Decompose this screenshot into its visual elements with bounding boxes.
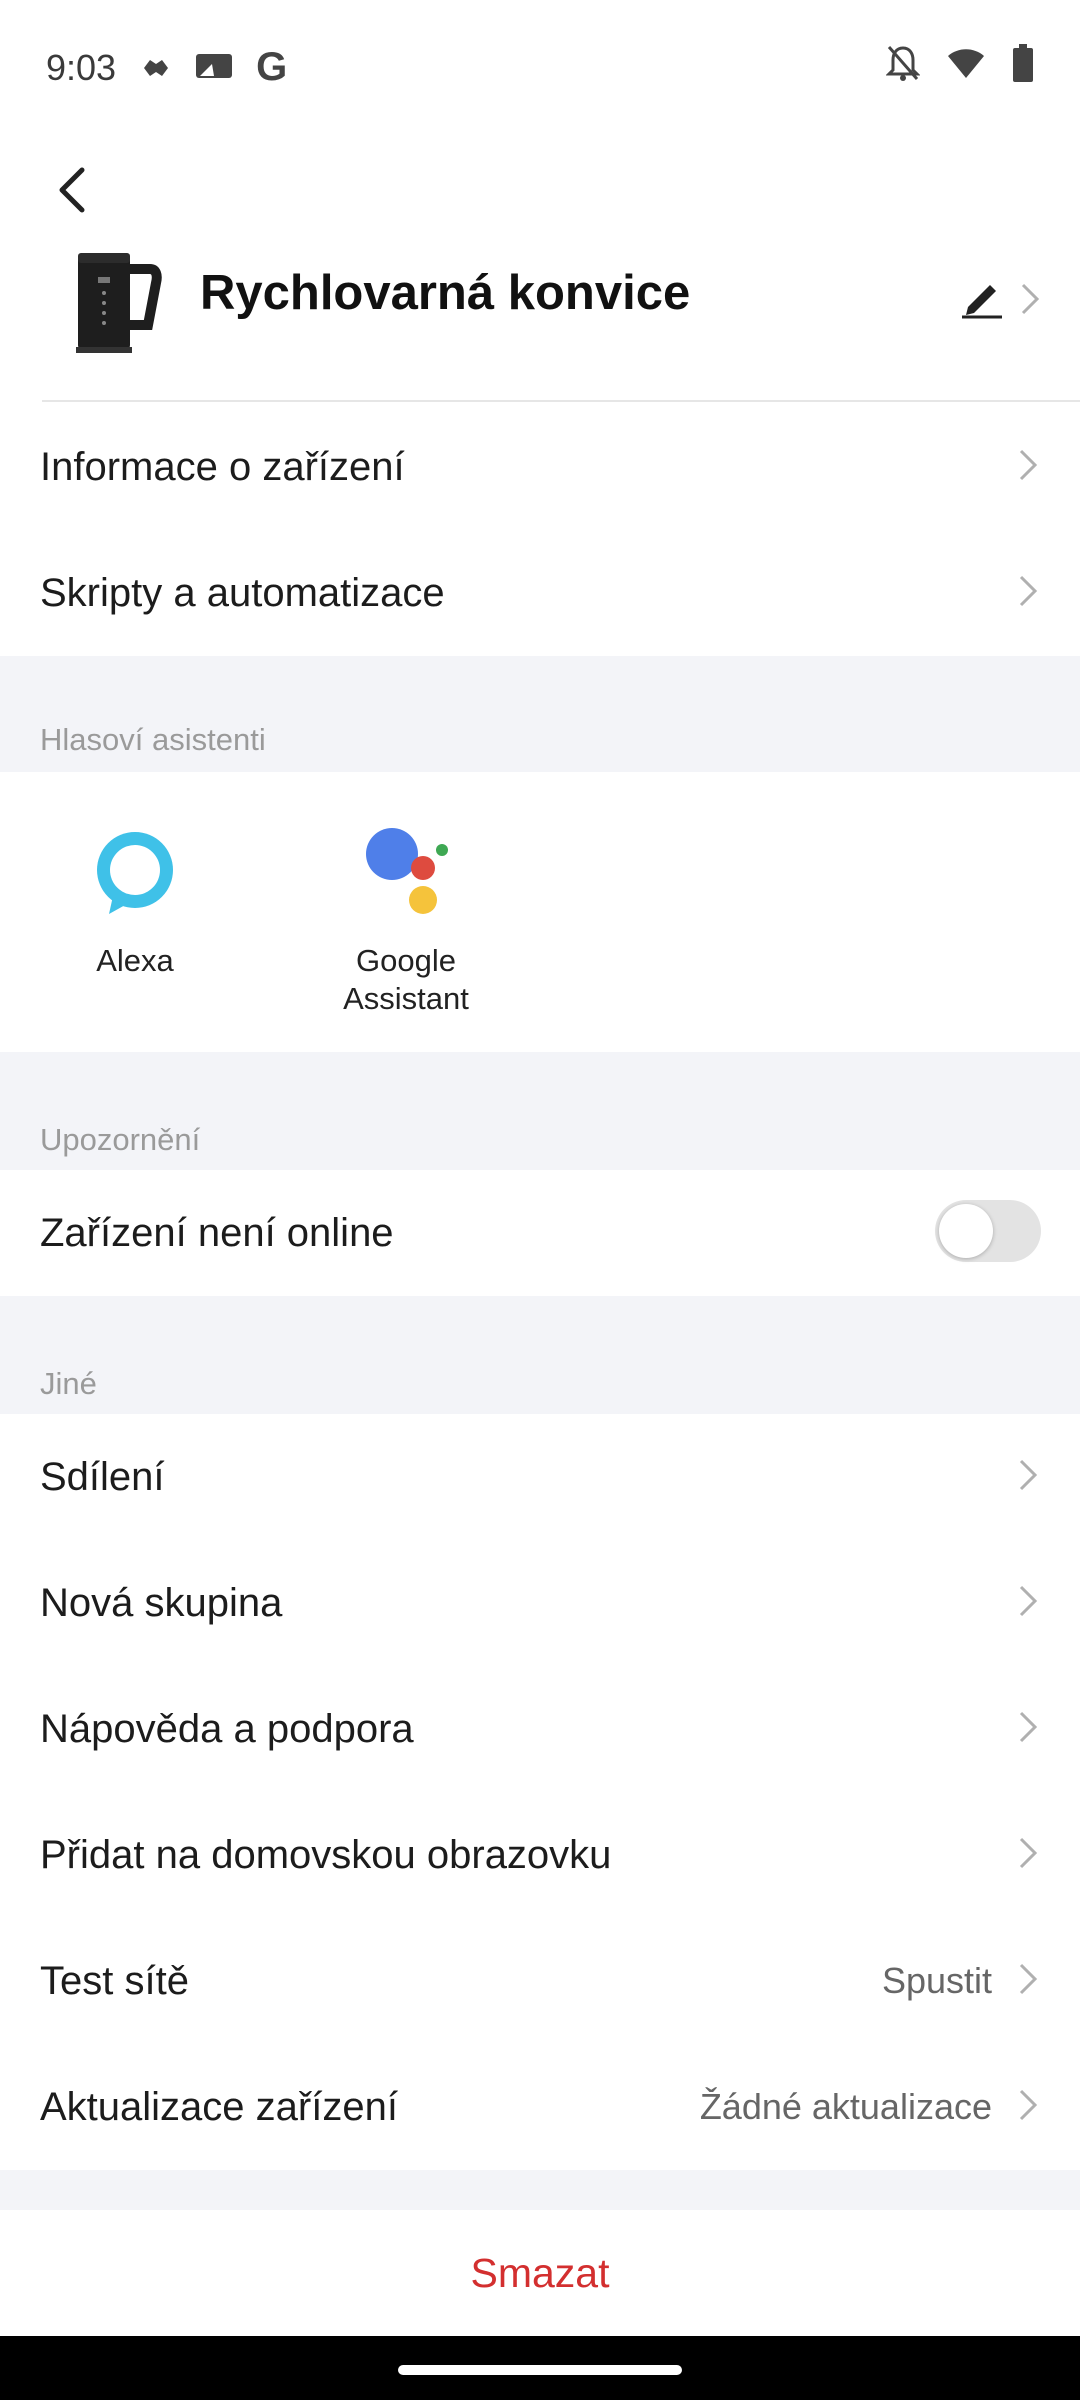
chevron-right-icon	[1016, 447, 1040, 488]
menu-network-test[interactable]: Test sítě Spustit	[0, 1918, 1080, 2044]
row-label: Sdílení	[40, 1454, 165, 1499]
status-bar: 9:03 G	[0, 0, 1080, 135]
chevron-right-icon	[1016, 1835, 1040, 1876]
chevron-right-icon	[1016, 1457, 1040, 1498]
row-label: Zařízení není online	[40, 1210, 394, 1255]
assistant-name-line1: Google	[356, 943, 456, 978]
menu-new-group[interactable]: Nová skupina	[0, 1540, 1080, 1666]
screencast-icon	[194, 47, 234, 89]
row-label: Test sítě	[40, 1958, 189, 2003]
menu-sharing[interactable]: Sdílení	[0, 1414, 1080, 1540]
row-value: Žádné aktualizace	[699, 2086, 992, 2127]
row-label: Nová skupina	[40, 1580, 283, 1625]
assistant-alexa[interactable]: Alexa	[62, 824, 208, 980]
row-label: Nápověda a podpora	[40, 1706, 414, 1751]
section-title-voice-assistants: Hlasoví asistenti	[40, 722, 266, 757]
section-band	[0, 2170, 1080, 2210]
chevron-right-icon	[1016, 573, 1040, 614]
notification-offline-row: Zařízení není online	[0, 1170, 1080, 1296]
menu-help-support[interactable]: Nápověda a podpora	[0, 1666, 1080, 1792]
alexa-icon	[97, 832, 173, 914]
assistant-name-line2: Assistant	[343, 981, 469, 1016]
wifi-icon	[946, 47, 986, 89]
chevron-right-icon	[1018, 281, 1042, 322]
google-g-icon: G	[256, 45, 288, 89]
status-time: 9:03	[46, 46, 117, 88]
back-button[interactable]	[48, 160, 98, 220]
menu-device-info[interactable]: Informace o zařízení	[0, 404, 1080, 530]
assistant-google[interactable]: Google Assistant	[320, 824, 492, 1018]
bell-off-icon	[885, 44, 921, 91]
chevron-right-icon	[1016, 1583, 1040, 1624]
chevron-left-icon	[59, 167, 85, 213]
chevron-right-icon	[1016, 1961, 1040, 2002]
pencil-icon[interactable]	[960, 277, 1004, 324]
toggle-knob	[939, 1204, 993, 1258]
chevron-right-icon	[1016, 1709, 1040, 1750]
menu-add-home-screen[interactable]: Přidat na domovskou obrazovku	[0, 1792, 1080, 1918]
row-label: Přidat na domovskou obrazovku	[40, 1832, 612, 1877]
menu-device-update[interactable]: Aktualizace zařízení Žádné aktualizace	[0, 2044, 1080, 2170]
section-title-other: Jiné	[40, 1366, 97, 1401]
device-header[interactable]: Rychlovarná konvice	[0, 235, 1080, 365]
menu-scripts-automation[interactable]: Skripty a automatizace	[0, 530, 1080, 656]
assistant-name: Alexa	[96, 943, 174, 978]
delete-panel: Smazat	[0, 2210, 1080, 2336]
row-label: Skripty a automatizace	[40, 570, 445, 615]
divider	[42, 400, 1080, 402]
voice-assistants-panel: Alexa Google Assistant	[0, 772, 1080, 1052]
offline-notification-toggle[interactable]	[935, 1200, 1041, 1262]
delete-button[interactable]: Smazat	[471, 2250, 610, 2297]
device-name: Rychlovarná konvice	[200, 266, 691, 320]
chevron-right-icon	[1016, 2087, 1040, 2128]
row-label: Informace o zařízení	[40, 444, 405, 489]
google-assistant-icon	[366, 828, 448, 914]
row-value: Spustit	[881, 1960, 992, 2001]
section-band	[0, 1296, 1080, 1414]
row-label: Aktualizace zařízení	[40, 2084, 398, 2129]
game-controller-icon	[140, 47, 172, 89]
battery-icon	[1012, 44, 1034, 91]
section-title-notifications: Upozornění	[40, 1122, 201, 1157]
kettle-image	[68, 247, 162, 362]
home-gesture-handle[interactable]	[398, 2365, 682, 2375]
